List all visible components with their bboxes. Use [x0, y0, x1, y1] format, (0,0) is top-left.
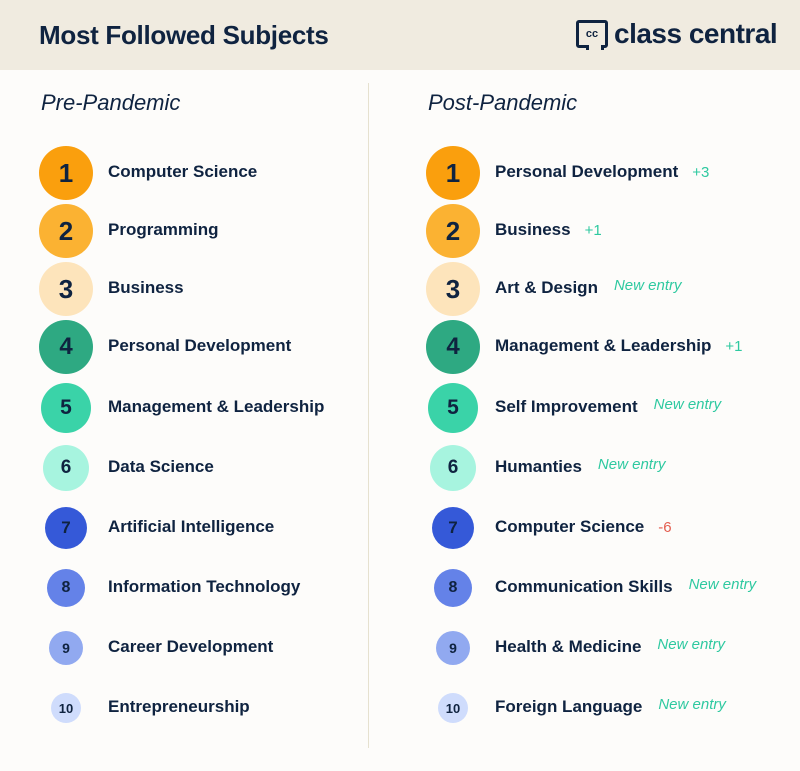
subject-name: Computer Science: [495, 517, 645, 536]
subject-label: Computer Science: [108, 162, 257, 182]
subject-label: Management & Leadership: [108, 397, 324, 417]
subject-label: Personal Development +3: [495, 162, 709, 182]
subject-name: Art & Design: [495, 278, 598, 297]
subject-label: Business +1: [495, 220, 602, 240]
subject-label: Self Improvement New entry: [495, 396, 722, 417]
subject-label: Career Development: [108, 637, 273, 657]
subject-name: Business: [495, 220, 571, 239]
rank-badge: 6: [43, 445, 89, 491]
post-pandemic-heading: Post-Pandemic: [428, 90, 578, 115]
subject-label: Data Science: [108, 457, 214, 477]
subject-label: Communication Skills New entry: [495, 576, 757, 597]
rank-badge: 7: [45, 507, 87, 549]
subject-label: Health & Medicine New entry: [495, 636, 725, 657]
new-entry-badge: New entry: [688, 576, 757, 593]
rank-badge: 10: [438, 693, 468, 723]
subject-name: Communication Skills: [495, 577, 673, 596]
subject-name: Management & Leadership: [495, 336, 712, 355]
subject-label: Foreign Language New entry: [495, 696, 726, 717]
subject-name: Business: [108, 278, 184, 297]
rank-badge: 1: [426, 146, 480, 200]
cc-logo-icon: cc: [576, 20, 608, 50]
rank-badge: 9: [436, 631, 470, 665]
subject-label: Art & Design New entry: [495, 277, 682, 298]
rank-badge: 1: [39, 146, 93, 200]
header: Most Followed Subjects cc class central: [0, 0, 800, 70]
page-title: Most Followed Subjects: [39, 20, 329, 50]
subject-name: Career Development: [108, 637, 274, 656]
subject-name: Data Science: [108, 457, 214, 476]
subject-name: Health & Medicine: [495, 637, 642, 656]
rank-badge: 6: [430, 445, 476, 491]
subject-name: Entrepreneurship: [108, 697, 250, 716]
rank-badge: 9: [49, 631, 83, 665]
subject-label: Programming: [108, 220, 219, 240]
subject-name: Artificial Intelligence: [108, 517, 275, 536]
class-central-logo[interactable]: cc class central: [576, 18, 778, 50]
new-entry-badge: New entry: [597, 456, 666, 473]
subject-name: Management & Leadership: [108, 397, 325, 416]
column-divider: [368, 83, 369, 748]
subject-label: Business: [108, 278, 184, 298]
subject-label: Computer Science -6: [495, 517, 672, 537]
rank-badge: 3: [426, 262, 480, 316]
rank-badge: 2: [426, 204, 480, 258]
subject-name: Computer Science: [108, 162, 258, 181]
new-entry-badge: New entry: [657, 636, 725, 653]
rank-badge: 7: [432, 507, 474, 549]
rank-badge: 4: [426, 320, 480, 374]
rank-badge: 2: [39, 204, 93, 258]
rank-change: +3: [692, 164, 710, 181]
rank-change: +1: [725, 338, 743, 355]
rank-change: +1: [584, 222, 602, 239]
subject-name: Foreign Language: [495, 697, 643, 716]
rank-badge: 5: [428, 383, 478, 433]
rank-change: -6: [658, 519, 672, 536]
rank-badge: 4: [39, 320, 93, 374]
rank-badge: 10: [51, 693, 81, 723]
logo-text: class central: [614, 18, 778, 49]
rank-badge: 3: [39, 262, 93, 316]
new-entry-badge: New entry: [653, 396, 722, 413]
new-entry-badge: New entry: [613, 277, 682, 294]
subject-label: Information Technology: [108, 577, 300, 597]
subject-label: Artificial Intelligence: [108, 517, 274, 537]
subject-label: Humanties New entry: [495, 456, 666, 477]
subject-name: Humanties: [495, 457, 582, 476]
rank-badge: 5: [41, 383, 91, 433]
subject-name: Programming: [108, 220, 219, 239]
new-entry-badge: New entry: [658, 696, 726, 713]
pre-pandemic-heading: Pre-Pandemic: [41, 90, 181, 115]
subject-name: Personal Development: [495, 162, 679, 181]
subject-name: Self Improvement: [495, 397, 638, 416]
subject-label: Personal Development: [108, 336, 291, 356]
rank-badge: 8: [47, 569, 85, 607]
subject-name: Information Technology: [108, 577, 301, 596]
rank-badge: 8: [434, 569, 472, 607]
subject-name: Personal Development: [108, 336, 292, 355]
subject-label: Entrepreneurship: [108, 697, 250, 717]
subject-label: Management & Leadership +1: [495, 336, 742, 356]
